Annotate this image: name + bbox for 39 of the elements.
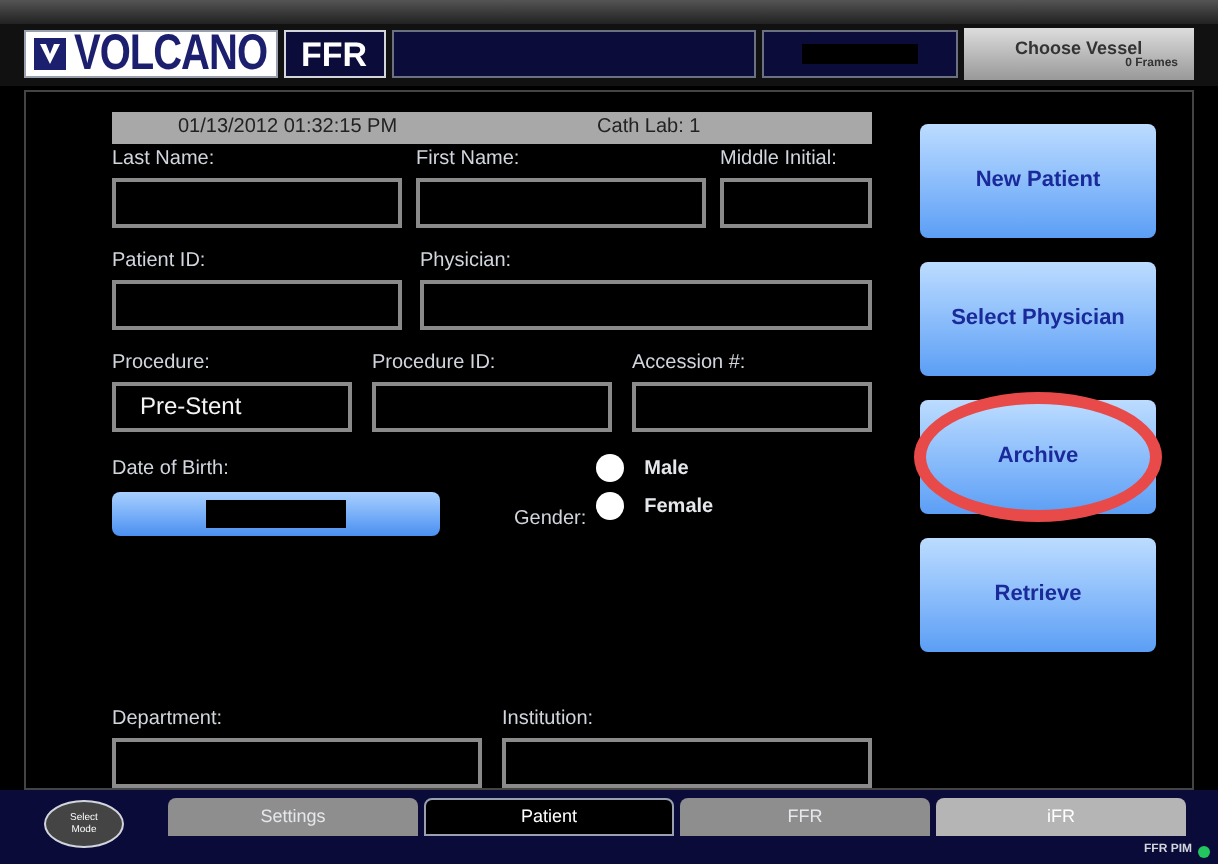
field-label: First Name:	[416, 147, 522, 172]
input-field[interactable]	[720, 177, 872, 228]
gender-label: Gender:	[514, 505, 587, 534]
input-field[interactable]: Pre-Stent	[112, 381, 352, 432]
input-field[interactable]	[372, 381, 612, 432]
radio-button[interactable]	[596, 492, 625, 521]
radio-label: Male	[644, 455, 689, 484]
field-label: Procedure:	[112, 351, 212, 376]
radio-button[interactable]	[596, 454, 625, 483]
field-label: Date of Birth:	[112, 455, 231, 484]
radio-label: Female	[644, 493, 714, 522]
field-label: Last Name:	[112, 147, 217, 172]
input-field[interactable]	[112, 737, 482, 788]
redacted-block	[206, 499, 346, 528]
input-field[interactable]	[112, 177, 402, 228]
logo: VOLCANO	[24, 30, 277, 79]
product-label: FFR	[283, 30, 386, 79]
input-field[interactable]	[112, 279, 402, 330]
logo-icon	[34, 38, 66, 71]
input-field[interactable]	[502, 737, 872, 788]
button-label: Choose Vessel	[1015, 39, 1143, 58]
redacted-block	[801, 44, 918, 65]
action-button[interactable]: Retrieve	[920, 537, 1156, 652]
action-button[interactable]: Select Physician	[920, 261, 1156, 376]
field-label: Procedure ID:	[372, 351, 498, 376]
field-label: Institution:	[502, 707, 596, 732]
field-label: Accession #:	[632, 351, 748, 376]
input-field[interactable]	[420, 279, 872, 330]
cath-lab: Cath Lab: 1	[597, 114, 701, 143]
tab[interactable]: Patient	[424, 797, 674, 836]
field-label: Department:	[112, 707, 225, 732]
field-label: Patient ID:	[112, 249, 208, 274]
date-time: 01/13/2012 01:32:15 PM	[178, 114, 398, 143]
field-label: Middle Initial:	[720, 147, 839, 172]
action-button[interactable]: New Patient	[920, 123, 1156, 238]
input-field[interactable]	[416, 177, 706, 228]
date-of-birth-button[interactable]	[112, 491, 440, 536]
input-field[interactable]	[632, 381, 872, 432]
field-label: Physician:	[420, 249, 514, 274]
